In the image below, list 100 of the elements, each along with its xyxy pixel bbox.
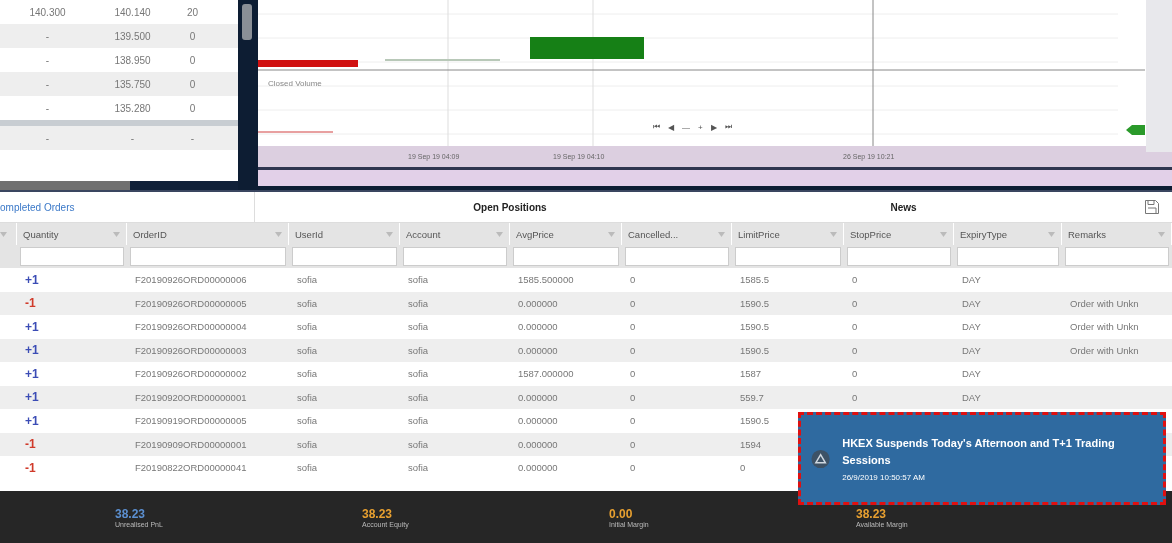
table-cell: 1587.000000	[518, 368, 574, 380]
table-cell: F20190926ORD00000005	[135, 297, 247, 309]
sort-caret-icon[interactable]	[1048, 231, 1055, 237]
sort-caret-icon[interactable]	[830, 231, 837, 237]
tab[interactable]: News	[765, 192, 1042, 222]
order-book-cell-text: 140.140	[113, 6, 152, 18]
table-cell: F20190926ORD00000002	[135, 368, 247, 380]
notification-title: HKEX Suspends Today's Afternoon and T+1 Trading Sessions	[842, 436, 1116, 468]
filter-field[interactable]	[847, 247, 951, 266]
table-cell: F20190919ORD00000005	[135, 415, 247, 427]
filter-field[interactable]	[130, 247, 286, 266]
sort-caret-icon[interactable]	[113, 231, 120, 237]
quantity-cell: +1	[25, 319, 39, 334]
table-cell: 0	[630, 462, 636, 474]
table-cell: sofia	[297, 368, 318, 380]
table-cell: 0	[852, 297, 858, 309]
table-cell: 1590.5	[740, 297, 770, 309]
order-book-cell-text: 138.950	[113, 54, 152, 66]
sort-caret-icon[interactable]	[0, 231, 7, 237]
table-cell: F20190920ORD00000001	[135, 391, 247, 403]
table-cell: Order with Unkn	[1070, 344, 1139, 356]
table-cell: sofia	[297, 321, 318, 333]
metric-value: 0.00	[609, 506, 634, 521]
chart-legend: Closed Volume	[268, 79, 322, 88]
table-cell: 1590.5	[740, 415, 770, 427]
sort-caret-icon[interactable]	[718, 231, 725, 237]
metric-value: 38.23	[115, 506, 147, 521]
tab[interactable]: ompleted Orders	[0, 192, 255, 222]
chart-nav-button[interactable]: ⏮	[653, 122, 660, 132]
table-cell: DAY	[962, 297, 981, 309]
table-cell: 0	[852, 368, 858, 380]
table-cell: 0	[630, 297, 636, 309]
table-cell: 0	[630, 415, 636, 427]
chart-nav-button[interactable]: —	[682, 122, 690, 132]
sort-caret-icon[interactable]	[275, 231, 282, 237]
table-cell: F20190926ORD00000004	[135, 321, 247, 333]
table-cell: sofia	[297, 391, 318, 403]
order-book-cell-text: 139.500	[113, 30, 152, 42]
chart-nav-button[interactable]: ⏭	[724, 122, 732, 132]
table-cell: DAY	[962, 391, 981, 403]
range-navigator[interactable]	[258, 167, 1172, 190]
table-cell: 0.000000	[518, 391, 558, 403]
table-cell: sofia	[408, 297, 429, 309]
quantity-cell: +1	[25, 413, 39, 428]
table-cell: 1594	[740, 438, 762, 450]
filter-field[interactable]	[1065, 247, 1169, 266]
table-cell: DAY	[962, 274, 981, 286]
table-cell: 0	[630, 344, 636, 356]
order-book-cell-text: -	[189, 132, 196, 144]
table-cell: 0	[740, 462, 746, 474]
sort-caret-icon[interactable]	[496, 231, 503, 237]
news-notification[interactable]: HKEX Suspends Today's Afternoon and T+1 Trading Sessions 26/9/2019 10:50:57 AM	[798, 412, 1166, 505]
table-cell: 0.000000	[518, 438, 558, 450]
price-marker-icon	[1126, 125, 1145, 135]
table-cell: Order with Unkn	[1070, 321, 1139, 333]
table-cell: sofia	[297, 415, 318, 427]
sort-caret-icon[interactable]	[940, 231, 947, 237]
filter-field[interactable]	[513, 247, 619, 266]
order-book-cell-text: 0	[188, 78, 197, 90]
metric-value: 38.23	[856, 506, 888, 521]
table-cell: sofia	[408, 321, 429, 333]
filter-field[interactable]	[735, 247, 841, 266]
table-cell: sofia	[297, 344, 318, 356]
sort-caret-icon[interactable]	[386, 231, 393, 237]
order-book-cell-text: -	[44, 102, 51, 114]
order-book-cell-text: 0	[188, 102, 197, 114]
order-book-cell-text: 140.300	[28, 6, 67, 18]
table-cell: 0	[630, 274, 636, 286]
table-cell: 1587	[740, 368, 762, 380]
table-cell: 1590.5	[740, 321, 770, 333]
table-cell: sofia	[408, 368, 429, 380]
table-cell: 0	[630, 391, 636, 403]
filter-field[interactable]	[957, 247, 1059, 266]
filter-field[interactable]	[20, 247, 124, 266]
quantity-cell: -1	[25, 437, 36, 452]
chart-nav-button[interactable]: ▶	[710, 122, 717, 132]
table-cell: 0	[630, 321, 636, 333]
tab[interactable]: Open Positions	[255, 192, 765, 222]
horizontal-scrollbar[interactable]	[0, 181, 238, 190]
table-cell: 0	[630, 368, 636, 380]
save-icon[interactable]	[1144, 199, 1160, 215]
table-cell: 0.000000	[518, 415, 558, 427]
sort-caret-icon[interactable]	[1158, 231, 1165, 237]
table-cell: sofia	[408, 438, 429, 450]
table-cell: 0.000000	[518, 321, 558, 333]
filter-field[interactable]	[292, 247, 397, 266]
table-cell: 0.000000	[518, 297, 558, 309]
warning-icon	[811, 448, 831, 469]
quantity-cell: -1	[25, 296, 36, 311]
table-cell: 0	[852, 391, 858, 403]
chart-nav-button[interactable]: ◀	[668, 122, 674, 132]
filter-field[interactable]	[403, 247, 507, 266]
table-cell: sofia	[297, 462, 318, 474]
table-cell: F20190822ORD00000041	[135, 462, 247, 474]
filter-field[interactable]	[625, 247, 729, 266]
order-book-cell-text: -	[44, 54, 51, 66]
table-cell: sofia	[297, 438, 318, 450]
sort-caret-icon[interactable]	[608, 231, 615, 237]
chart-nav-button[interactable]: +	[698, 122, 703, 132]
order-book-cell-text: 20	[185, 6, 200, 18]
